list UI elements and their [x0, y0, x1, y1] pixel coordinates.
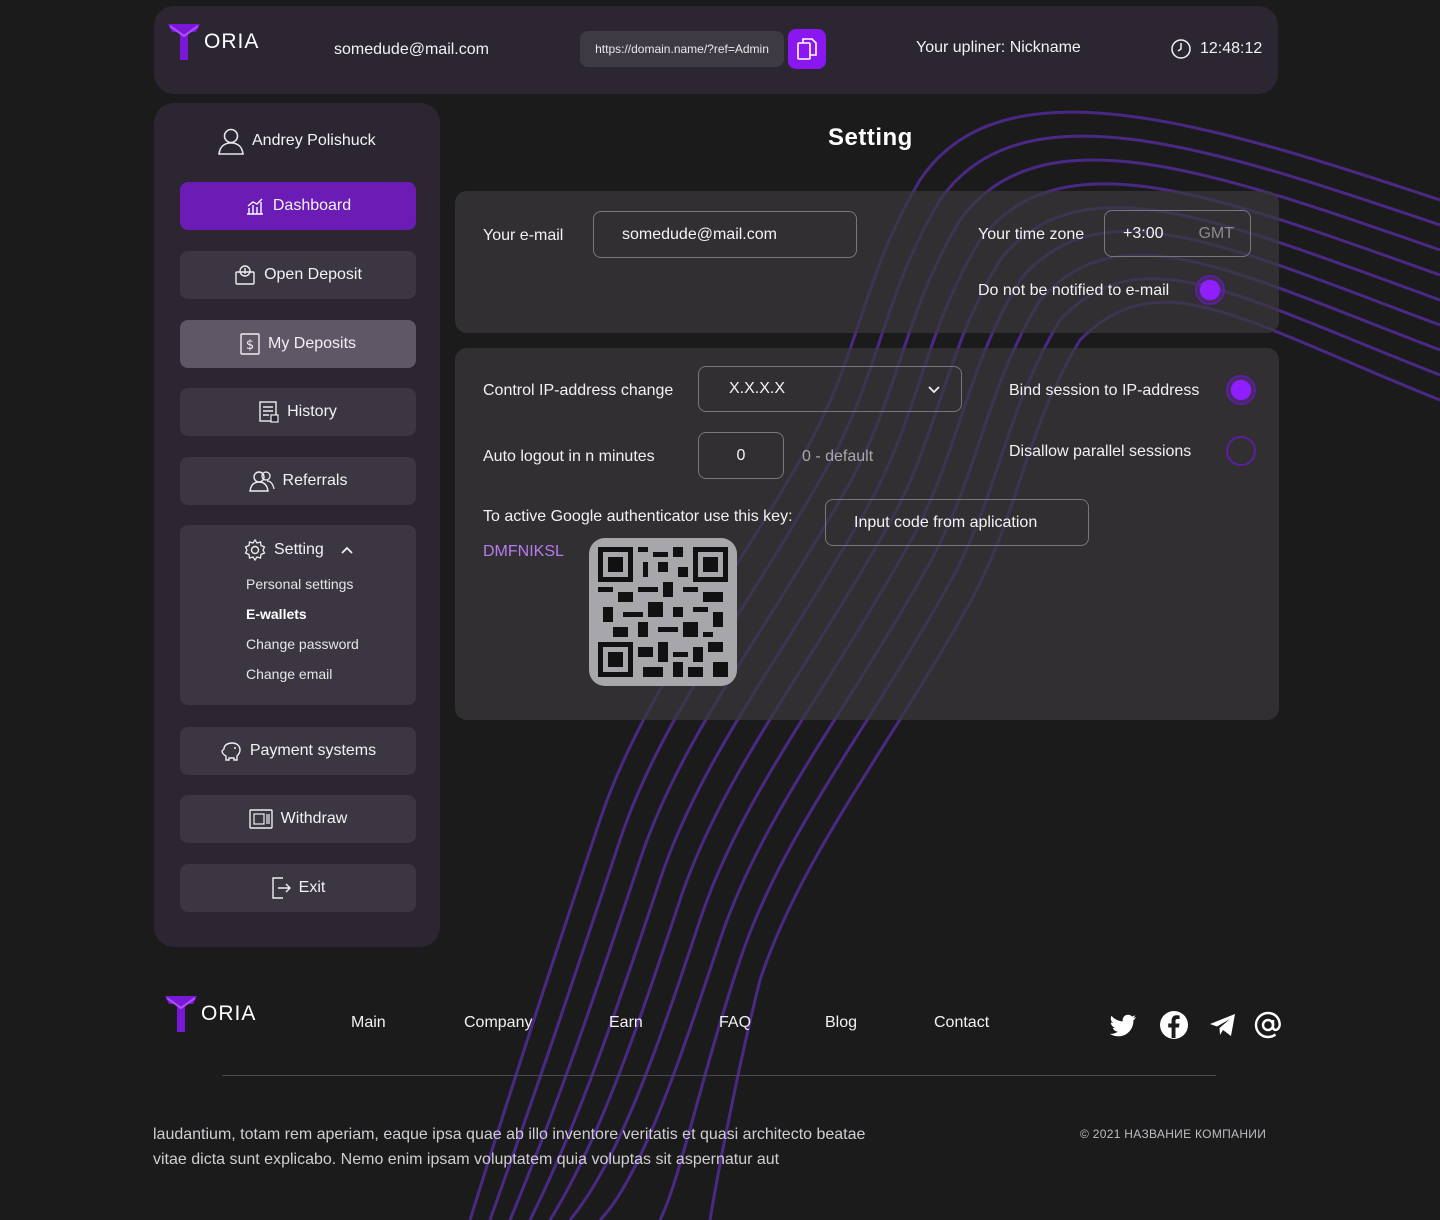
- history-icon: [259, 401, 279, 423]
- gear-icon: [244, 539, 266, 561]
- sidebar-item-label: History: [287, 403, 337, 420]
- auto-logout-hint: 0 - default: [802, 448, 874, 465]
- email-label: Your e-mail: [483, 227, 564, 244]
- qr-code: [589, 538, 737, 686]
- footer-text-line: vitae dicta sunt explicabo. Nemo enim ip…: [153, 1151, 780, 1168]
- sidebar-item-my-deposits[interactable]: $ My Deposits: [180, 320, 416, 368]
- footer-link-earn[interactable]: Earn: [609, 1014, 643, 1032]
- footer-description: laudantium, totam rem aperiam, eaque ips…: [153, 1122, 973, 1172]
- sidebar-item-label: Exit: [298, 879, 326, 896]
- google-auth-code-input[interactable]: Input code from aplication: [825, 499, 1089, 546]
- sidebar-item-label: My Deposits: [267, 335, 357, 352]
- page-title: Setting: [828, 124, 913, 151]
- security-settings-panel: Control IP-address change X.X.X.X Bind s…: [455, 348, 1279, 720]
- timezone-value: +3:00: [1123, 224, 1164, 242]
- timezone-suffix: GMT: [1198, 224, 1234, 242]
- dashboard-icon: [246, 198, 263, 215]
- google-auth-placeholder: Input code from aplication: [854, 513, 1038, 531]
- logo[interactable]: ORIA: [166, 22, 259, 62]
- auto-logout-label: Auto logout in n minutes: [483, 448, 655, 465]
- deposit-icon: [235, 265, 255, 285]
- auto-logout-value: 0: [736, 446, 746, 464]
- withdraw-icon: [248, 809, 273, 829]
- notify-toggle[interactable]: [1195, 275, 1225, 305]
- sidebar-item-setting[interactable]: Setting: [244, 539, 354, 561]
- sidebar-item-label: Dashboard: [272, 197, 352, 214]
- sidebar-item-referrals[interactable]: Referrals: [180, 457, 416, 505]
- bind-session-toggle[interactable]: [1226, 375, 1256, 405]
- auto-logout-input[interactable]: 0: [698, 432, 784, 479]
- user-icon: [218, 128, 244, 155]
- email-settings-panel: Your e-mail somedude@mail.com Your time …: [455, 191, 1279, 333]
- sidebar-item-label: Setting: [274, 541, 324, 558]
- chevron-down-icon: [928, 386, 940, 394]
- submenu-e-wallets[interactable]: E-wallets: [246, 606, 307, 622]
- logo-text: ORIA: [204, 30, 260, 53]
- email-field[interactable]: somedude@mail.com: [593, 211, 857, 258]
- toggle-dot: [1231, 380, 1251, 400]
- user-name: Andrey Polishuck: [252, 132, 376, 149]
- copyright: © 2021 НАЗВАНИЕ КОМПАНИИ: [1080, 1127, 1267, 1141]
- footer-link-contact[interactable]: Contact: [934, 1014, 989, 1032]
- sidebar-item-history[interactable]: History: [180, 388, 416, 436]
- sidebar-item-dashboard[interactable]: Dashboard: [180, 182, 416, 230]
- twitter-icon[interactable]: [1108, 1010, 1138, 1040]
- footer-link-blog[interactable]: Blog: [825, 1014, 857, 1032]
- sidebar: Andrey Polishuck Dashboard Open Deposit …: [154, 103, 440, 947]
- google-auth-label: To active Google authenticator use this …: [483, 508, 793, 525]
- toggle-dot: [1200, 280, 1220, 300]
- piggy-bank-icon: [221, 742, 241, 761]
- sidebar-item-payment-systems[interactable]: Payment systems: [180, 727, 416, 775]
- clock: 12:48:12: [1170, 38, 1262, 60]
- facebook-icon[interactable]: [1159, 1010, 1189, 1040]
- user-email: somedude@mail.com: [334, 41, 489, 58]
- timezone-field[interactable]: +3:00 GMT: [1104, 210, 1251, 257]
- footer-link-main[interactable]: Main: [351, 1014, 386, 1032]
- sidebar-item-label: Referrals: [282, 472, 348, 489]
- user-profile[interactable]: Andrey Polishuck: [218, 127, 376, 155]
- sidebar-item-label: Open Deposit: [264, 266, 362, 283]
- footer-link-company[interactable]: Company: [464, 1014, 532, 1032]
- sidebar-item-label: Payment systems: [249, 742, 377, 759]
- top-bar: ORIA somedude@mail.com https://domain.na…: [154, 6, 1278, 94]
- at-icon[interactable]: [1253, 1010, 1283, 1040]
- sidebar-item-withdraw[interactable]: Withdraw: [180, 795, 416, 843]
- ip-address-select[interactable]: X.X.X.X: [698, 366, 962, 412]
- chevron-up-icon: [341, 546, 353, 554]
- timezone-label: Your time zone: [978, 226, 1085, 243]
- footer-divider: [222, 1075, 1216, 1076]
- logo-mark-icon: [168, 24, 200, 60]
- svg-text:$: $: [246, 338, 254, 353]
- submenu-change-email[interactable]: Change email: [246, 666, 332, 682]
- upliner-info: Your upliner: Nickname: [916, 39, 1081, 56]
- parallel-sessions-toggle[interactable]: [1226, 436, 1256, 466]
- settings-group: Setting Personal settings E-wallets Chan…: [180, 525, 416, 705]
- ip-control-label: Control IP-address change: [483, 382, 674, 399]
- notify-label: Do not be notified to e-mail: [978, 282, 1170, 299]
- submenu-change-password[interactable]: Change password: [246, 636, 359, 652]
- sidebar-item-exit[interactable]: Exit: [180, 864, 416, 912]
- dollar-icon: $: [240, 333, 260, 355]
- exit-icon: [271, 877, 291, 899]
- sidebar-item-label: Withdraw: [280, 810, 348, 827]
- copy-icon: [797, 38, 817, 60]
- google-auth-key: DMFNIKSL: [483, 543, 564, 560]
- sidebar-item-open-deposit[interactable]: Open Deposit: [180, 251, 416, 299]
- current-time: 12:48:12: [1200, 40, 1263, 57]
- footer-text-line: laudantium, totam rem aperiam, eaque ips…: [153, 1126, 866, 1143]
- qr-code-icon: [598, 547, 728, 677]
- copy-link-button[interactable]: [788, 29, 826, 69]
- submenu-personal-settings[interactable]: Personal settings: [246, 576, 353, 592]
- parallel-sessions-label: Disallow parallel sessions: [1009, 443, 1192, 460]
- referrals-icon: [248, 471, 275, 492]
- footer-link-faq[interactable]: FAQ: [719, 1014, 751, 1032]
- bind-session-label: Bind session to IP-address: [1009, 382, 1200, 399]
- telegram-icon[interactable]: [1208, 1010, 1238, 1040]
- clock-icon: [1171, 39, 1191, 59]
- referral-link[interactable]: https://domain.name/?ref=Admin: [580, 31, 784, 67]
- ip-value: X.X.X.X: [729, 380, 786, 397]
- email-value: somedude@mail.com: [622, 225, 777, 243]
